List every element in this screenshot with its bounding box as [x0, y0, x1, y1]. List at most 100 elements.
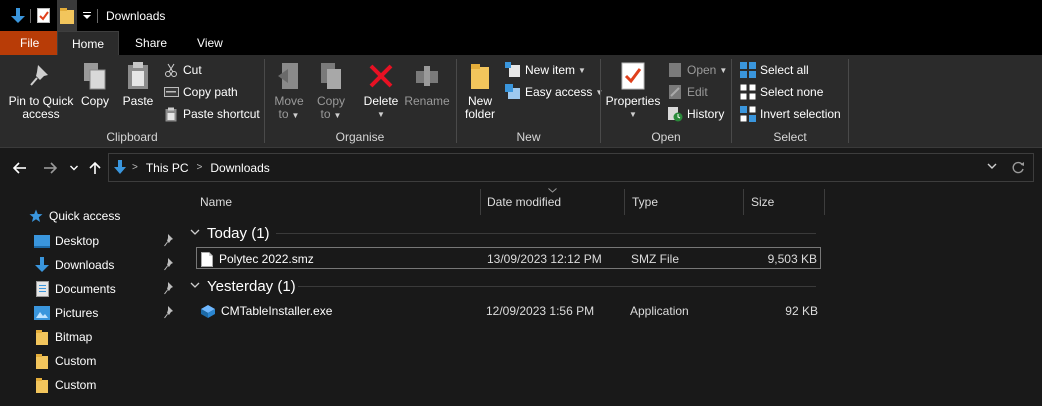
type-cell: SMZ File — [631, 252, 679, 266]
delete-button[interactable]: Delete ▼ — [361, 60, 401, 121]
new-folder-icon — [464, 60, 496, 92]
paste-button[interactable]: Paste — [120, 60, 156, 108]
back-arrow-icon[interactable] — [8, 149, 32, 187]
invert-selection-icon — [740, 106, 756, 122]
breadcrumb-downloads[interactable]: Downloads — [210, 161, 269, 175]
nav-item-quick-access[interactable]: Quick access — [0, 204, 186, 228]
column-separator[interactable] — [824, 189, 825, 215]
pin-icon[interactable] — [164, 258, 176, 272]
up-arrow-icon[interactable] — [86, 149, 104, 187]
cut-button[interactable]: Cut — [163, 60, 202, 80]
select-none-icon — [740, 84, 756, 100]
paste-icon — [122, 60, 154, 92]
properties-check-icon[interactable] — [35, 0, 51, 31]
select-all-icon — [740, 62, 756, 78]
nav-item-documents[interactable]: Documents — [0, 277, 186, 301]
nav-item-label: Custom — [55, 354, 97, 368]
copy-path-button[interactable]: Copy path — [163, 82, 238, 102]
group-header-yesterday[interactable]: Yesterday (1) — [186, 274, 826, 298]
new-folder-quick-icon[interactable] — [57, 0, 77, 31]
column-header-date-modified[interactable]: Date modified — [487, 187, 561, 216]
column-header-size[interactable]: Size — [751, 187, 774, 216]
nav-item-custom[interactable]: Custom — [0, 349, 186, 373]
tab-view[interactable]: View — [180, 31, 236, 55]
pin-icon[interactable] — [164, 234, 176, 248]
column-separator[interactable] — [624, 189, 625, 215]
pin-to-quick-access-button[interactable]: Pin to Quick access — [8, 60, 74, 121]
window-title: Downloads — [106, 8, 166, 23]
delete-dropdown-caret[interactable]: ▼ — [377, 108, 385, 121]
forward-arrow-icon[interactable] — [38, 149, 62, 187]
breadcrumb-chevron-icon[interactable]: > — [132, 162, 138, 173]
history-button[interactable]: History — [667, 104, 724, 124]
copy-button[interactable]: Copy — [78, 60, 112, 108]
title-separator — [97, 8, 98, 23]
pin-icon — [25, 60, 57, 92]
move-to-button[interactable]: Move to ▼ — [271, 60, 307, 122]
rename-button[interactable]: Rename — [404, 60, 450, 108]
organise-group-label: Organise — [335, 130, 385, 144]
nav-item-bitmap[interactable]: Bitmap — [0, 325, 186, 349]
address-bar[interactable]: > This PC > Downloads — [108, 153, 1034, 182]
address-dropdown-chevron-icon[interactable] — [987, 163, 997, 170]
nav-item-custom[interactable]: Custom — [0, 373, 186, 397]
breadcrumb-this-pc[interactable]: This PC — [146, 161, 189, 175]
pin-icon[interactable] — [164, 306, 176, 320]
folder-icon — [34, 353, 50, 369]
table-row[interactable]: CMTableInstaller.exe 12/09/2023 1:56 PM … — [196, 300, 821, 322]
select-none-button[interactable]: Select none — [740, 82, 823, 102]
date-modified-cell: 12/09/2023 1:56 PM — [486, 304, 595, 318]
tab-home[interactable]: Home — [57, 31, 120, 55]
edit-button[interactable]: Edit — [667, 82, 708, 102]
nav-item-desktop[interactable]: Desktop — [0, 229, 186, 253]
tab-share[interactable]: Share — [119, 31, 180, 55]
properties-caret[interactable]: ▼ — [629, 108, 637, 121]
date-modified-cell: 13/09/2023 12:12 PM — [487, 252, 602, 266]
rename-label: Rename — [404, 94, 450, 108]
scissors-icon — [163, 62, 179, 78]
group-header-today[interactable]: Today (1) — [186, 221, 826, 245]
size-cell: 92 KB — [785, 304, 818, 318]
nav-item-downloads[interactable]: Downloads — [0, 253, 186, 277]
invert-selection-button[interactable]: Invert selection — [740, 104, 841, 124]
properties-icon — [617, 60, 649, 92]
navigation-bar: > This PC > Downloads — [0, 149, 1042, 187]
table-row[interactable]: Polytec 2022.smz 13/09/2023 12:12 PM SMZ… — [196, 247, 821, 269]
collapse-chevron-icon[interactable] — [190, 227, 204, 239]
nav-item-label: Downloads — [55, 258, 115, 272]
column-separator[interactable] — [743, 189, 744, 215]
address-download-icon — [114, 160, 126, 175]
star-icon — [28, 208, 44, 224]
group-divider — [276, 233, 816, 234]
refresh-icon[interactable] — [1012, 161, 1025, 174]
select-group: Select all Select none Invert selection … — [732, 55, 848, 148]
documents-icon — [34, 281, 50, 297]
nav-item-pictures[interactable]: Pictures — [0, 301, 186, 325]
recent-locations-chevron-icon[interactable] — [66, 149, 82, 187]
open-button[interactable]: Open ▼ — [667, 60, 727, 80]
history-label: History — [687, 107, 725, 121]
paste-shortcut-button[interactable]: Paste shortcut — [163, 104, 260, 124]
column-header-name[interactable]: Name — [200, 187, 232, 216]
new-item-button[interactable]: New item ▼ — [505, 60, 586, 80]
folder-icon — [34, 329, 50, 345]
download-arrow-icon[interactable] — [10, 0, 26, 31]
select-all-button[interactable]: Select all — [740, 60, 809, 80]
invert-selection-label: Invert selection — [760, 107, 841, 121]
tab-file[interactable]: File — [0, 31, 57, 55]
pin-icon[interactable] — [164, 282, 176, 296]
new-folder-button[interactable]: New folder — [461, 60, 499, 121]
column-header-type[interactable]: Type — [632, 187, 658, 216]
breadcrumb-chevron-icon[interactable]: > — [197, 162, 203, 173]
ribbon: Pin to Quick access Copy Paste Cut Copy … — [0, 55, 1042, 148]
rename-icon — [411, 60, 443, 92]
properties-button[interactable]: Properties ▼ — [605, 60, 661, 121]
easy-access-button[interactable]: Easy access ▼ — [505, 82, 603, 102]
copy-path-label: Copy path — [183, 85, 238, 99]
column-separator[interactable] — [480, 189, 481, 215]
customize-toolbar-chevron-icon[interactable] — [81, 0, 93, 31]
collapse-chevron-icon[interactable] — [190, 280, 204, 292]
nav-item-label: Pictures — [55, 306, 99, 320]
ribbon-tabs: File Home Share View — [0, 31, 1042, 55]
copy-to-button[interactable]: Copy to ▼ — [313, 60, 349, 122]
